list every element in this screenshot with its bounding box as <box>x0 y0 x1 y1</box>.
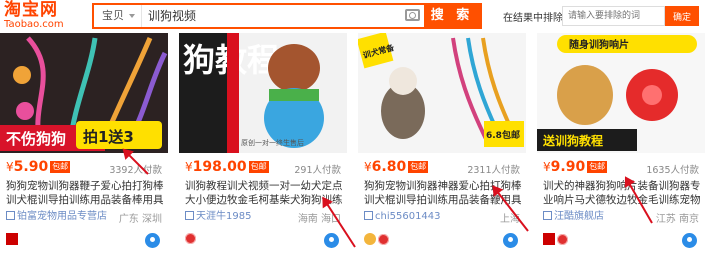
chat-icon[interactable] <box>145 233 160 248</box>
price-currency: ¥ <box>6 160 14 174</box>
price: ¥6.80 包邮 <box>364 159 429 175</box>
price-value: 9.90 <box>550 159 586 175</box>
product-card[interactable]: 不伤狗狗 拍1送3 ¥5.90 包邮 3392人付款 狗狗宠物训狗器鞭子爱心拍打狗… <box>0 33 168 256</box>
search-type-label: 宝贝 <box>102 9 124 22</box>
exclude-confirm-button[interactable]: 确定 <box>665 6 699 26</box>
free-shipping-badge: 包邮 <box>50 161 71 173</box>
paid-count: 3392人付款 <box>109 165 162 176</box>
flower-icon <box>185 233 196 244</box>
price: ¥5.90 包邮 <box>6 159 71 175</box>
taobao-logo[interactable]: 淘宝网 Taobao.com <box>4 1 74 32</box>
location: 广东 深圳 <box>118 214 162 225</box>
price-currency: ¥ <box>364 160 372 174</box>
free-shipping-badge: 包邮 <box>587 161 608 173</box>
price-value: 5.90 <box>13 159 49 175</box>
paid-count: 1635人付款 <box>646 165 699 176</box>
medal-icon <box>364 233 376 245</box>
logo-text-en: Taobao.com <box>4 19 64 30</box>
shop-icon <box>185 211 194 220</box>
search-bar: 宝贝 训狗视频 搜 索 <box>92 3 482 29</box>
shop-link[interactable]: 天涯牛1985 <box>185 210 251 224</box>
exclude-label: 在结果中排除 <box>503 13 563 24</box>
image-promo: 6.8包邮 <box>486 129 520 141</box>
header: 淘宝网 Taobao.com 宝贝 训狗视频 搜 索 在结果中排除 确定 <box>0 0 706 33</box>
image-slogan: 不伤狗狗 <box>6 130 66 148</box>
shop-link[interactable]: 汪酷旗舰店 <box>543 210 604 224</box>
chat-icon[interactable] <box>682 233 697 248</box>
location: 江苏 南京 <box>655 214 699 225</box>
free-shipping-badge: 包邮 <box>408 161 429 173</box>
product-image[interactable]: 不伤狗狗 拍1送3 <box>0 33 168 153</box>
shop-icon <box>543 211 552 220</box>
badges <box>185 233 198 247</box>
product-card[interactable]: 狗教程 原创一对一终生售后 ¥198.00包邮 291人付款 训狗教程训犬视频一… <box>179 33 347 256</box>
image-slogan: 随身训狗响片 <box>569 38 629 51</box>
flower-icon <box>557 234 568 245</box>
chevron-down-icon <box>129 14 135 18</box>
search-button[interactable]: 搜 索 <box>424 5 480 27</box>
price: ¥9.90 包邮 <box>543 159 608 175</box>
paid-count: 291人付款 <box>294 165 341 176</box>
price-value: 6.80 <box>371 159 407 175</box>
price-currency: ¥ <box>185 160 193 174</box>
shop-icon <box>6 211 15 220</box>
flower-icon <box>378 234 389 245</box>
badges <box>543 233 570 247</box>
image-promo: 送训狗教程 <box>542 133 603 148</box>
badges <box>6 233 20 247</box>
exclude-input[interactable] <box>562 6 665 26</box>
shop-name: 汪酷旗舰店 <box>554 211 604 222</box>
chat-icon[interactable] <box>324 233 339 248</box>
chat-icon[interactable] <box>503 233 518 248</box>
logo-text-cn: 淘宝网 <box>4 0 58 20</box>
search-type-select[interactable]: 宝贝 <box>94 5 142 27</box>
product-image[interactable]: 随身训狗响片 送训狗教程 <box>537 33 705 153</box>
search-input[interactable]: 训狗视频 <box>148 5 196 27</box>
shop-name: 铂富宠物用品专营店 <box>17 211 107 222</box>
free-shipping-badge: 包邮 <box>248 161 269 173</box>
price-value: 198.00 <box>192 159 247 175</box>
product-title[interactable]: 狗狗宠物训狗器鞭子爱心拍打狗棒训犬棍训导拍训练用品装备棒用具 <box>6 179 164 207</box>
shop-icon <box>364 211 373 220</box>
paid-count: 2311人付款 <box>467 165 520 176</box>
shop-link[interactable]: 铂富宠物用品专营店 <box>6 210 107 224</box>
tmall-badge-icon <box>6 233 18 245</box>
product-card[interactable]: 训犬常备 6.8包邮 ¥6.80 包邮 2311人付款 狗狗宠物训狗器神器爱心拍打… <box>358 33 526 256</box>
product-image[interactable]: 训犬常备 6.8包邮 <box>358 33 526 153</box>
shop-link[interactable]: chi55601443 <box>364 210 441 224</box>
image-subtext: 原创一对一终生售后 <box>241 138 304 147</box>
product-card[interactable]: 随身训狗响片 送训狗教程 ¥9.90 包邮 1635人付款 训犬的神器狗狗响片装备… <box>537 33 705 256</box>
camera-icon[interactable] <box>405 9 420 21</box>
shop-name: 天涯牛1985 <box>196 211 252 222</box>
tmall-badge-icon <box>543 233 555 245</box>
badges <box>364 233 391 247</box>
price-currency: ¥ <box>543 160 551 174</box>
product-image[interactable]: 狗教程 原创一对一终生售后 <box>179 33 347 153</box>
shop-name: chi55601443 <box>375 211 441 222</box>
price: ¥198.00 包邮 <box>185 159 269 175</box>
